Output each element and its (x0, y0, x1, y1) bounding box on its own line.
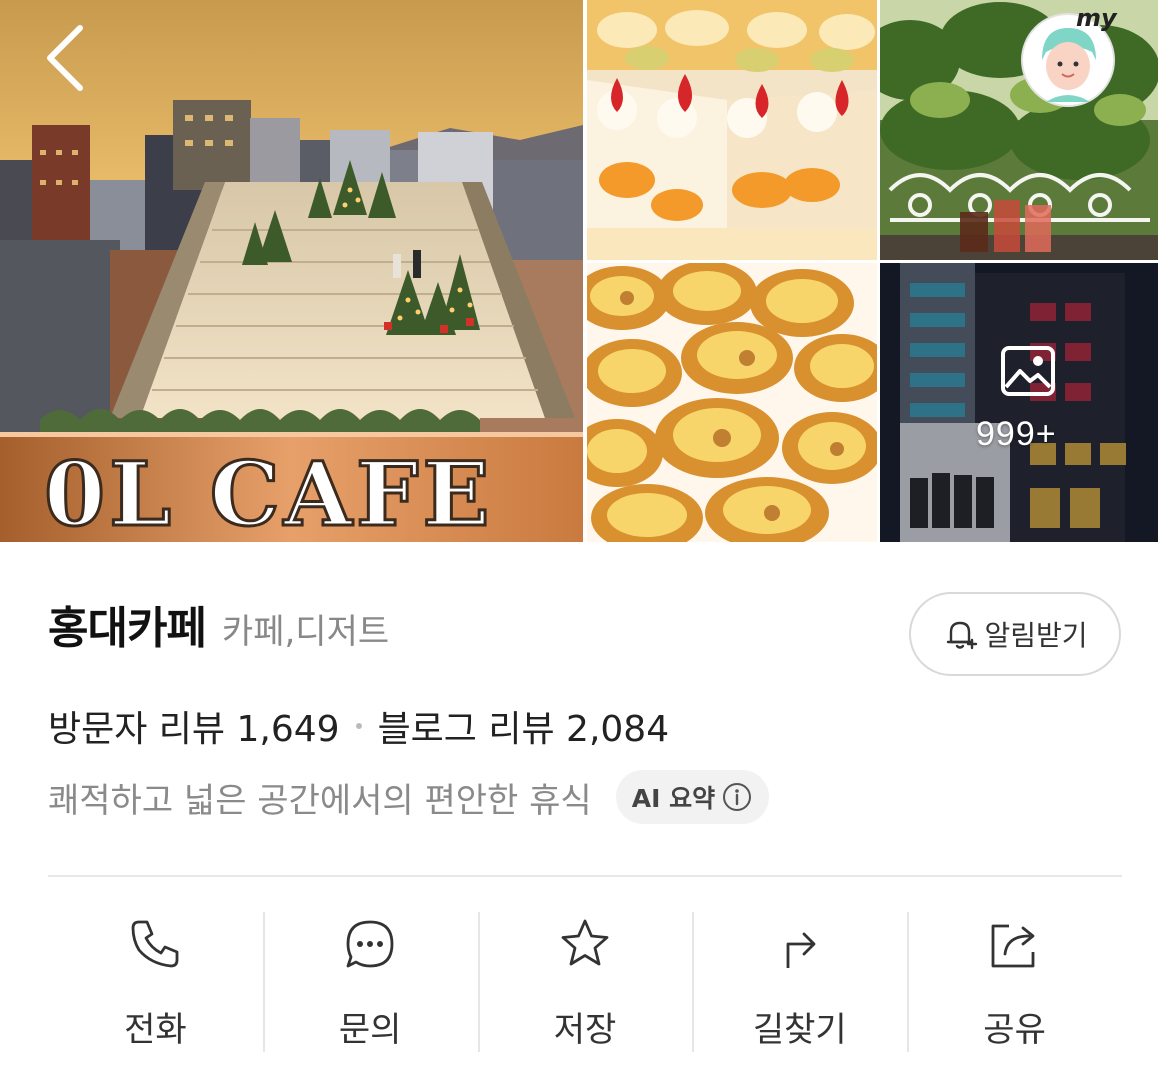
fruit-cakes-image (587, 0, 877, 260)
cake-photo[interactable] (587, 0, 877, 260)
photo-icon (1000, 345, 1056, 397)
inquiry-label: 문의 (338, 1010, 402, 1050)
tart-photo[interactable] (587, 263, 877, 542)
notification-label: 알림받기 (984, 619, 1088, 652)
directions-icon (770, 914, 830, 974)
share-label: 공유 (983, 1010, 1046, 1050)
save-button[interactable]: 저장 (477, 912, 693, 1052)
photo-gallery: 0L CAFE my 999+ (0, 0, 1158, 542)
ai-summary-label: AI 요약 (631, 784, 716, 813)
egg-tarts-image (587, 263, 877, 542)
my-label: my (1076, 4, 1118, 32)
summary-row: 쾌적하고 넓은 공간에서의 편안한 휴식 AI 요약 (48, 770, 770, 824)
title-row: 홍대카페 카페,디저트 (48, 592, 389, 656)
blog-review-link[interactable]: 블로그 리뷰 2,084 (378, 700, 670, 752)
ai-summary-chip[interactable]: AI 요약 (615, 770, 770, 824)
directions-label: 길찾기 (752, 1010, 847, 1050)
bell-plus-icon (942, 616, 978, 652)
directions-button[interactable]: 길찾기 (692, 912, 907, 1052)
call-label: 전화 (124, 1010, 187, 1050)
avatar: my (1021, 4, 1118, 107)
more-photos-button[interactable]: 999+ (880, 263, 1158, 542)
divider (48, 875, 1122, 877)
info-icon (721, 781, 753, 813)
separator-dot (355, 723, 362, 729)
save-label: 저장 (553, 1010, 617, 1050)
call-button[interactable]: 전화 (48, 912, 263, 1052)
place-name: 홍대카페 (48, 603, 207, 654)
share-icon (985, 914, 1045, 974)
place-category: 카페,디저트 (221, 612, 390, 652)
chevron-left-icon (47, 25, 83, 91)
phone-icon (125, 914, 185, 974)
review-counts: 방문자 리뷰 1,649 블로그 리뷰 2,084 (48, 700, 669, 752)
action-bar: 전화 문의 저장 길찾기 공유 (48, 912, 1122, 1052)
back-button[interactable] (30, 18, 102, 98)
my-profile-button[interactable]: my (1016, 4, 1134, 108)
share-button[interactable]: 공유 (907, 912, 1122, 1052)
ai-summary-text: 쾌적하고 넓은 공간에서의 편안한 휴식 (48, 780, 592, 821)
cafe-sign: 0L CAFE (44, 442, 494, 542)
notification-button[interactable]: 알림받기 (909, 592, 1121, 676)
star-icon (555, 914, 615, 974)
photo-count: 999+ (976, 415, 1057, 453)
chat-icon (340, 914, 400, 974)
inquiry-button[interactable]: 문의 (262, 912, 478, 1052)
visitor-review-link[interactable]: 방문자 리뷰 1,649 (48, 700, 340, 752)
